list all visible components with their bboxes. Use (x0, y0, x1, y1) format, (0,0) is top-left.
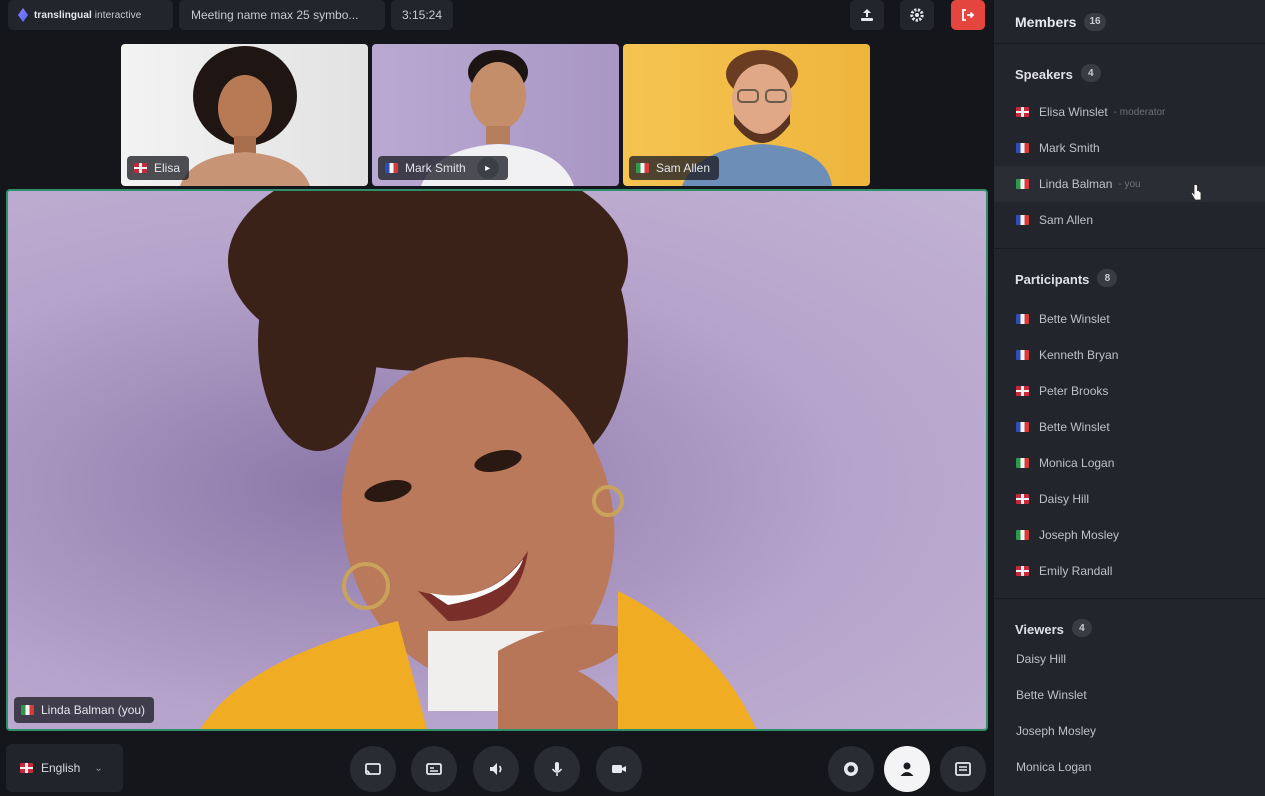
speaker-item[interactable]: Linda Balman - you (994, 166, 1265, 202)
chevron-down-icon: ⌄ (94, 762, 103, 774)
participant-tile-3[interactable]: Sam Allen (623, 44, 870, 186)
participant-name-tag: Sam Allen (629, 156, 720, 180)
exit-icon (962, 9, 975, 21)
speakers-section: Speakers 4 Elisa Winslet - moderator Mar… (994, 44, 1265, 249)
camera-icon (612, 765, 626, 773)
captions-icon (426, 763, 442, 775)
logo-sub: interactive (94, 9, 142, 21)
participant-item[interactable]: Peter Brooks (994, 373, 1265, 409)
microphone-icon (551, 762, 563, 776)
flag-icon (1016, 350, 1029, 360)
top-bar: translingual interactive Meeting name ma… (0, 0, 992, 34)
flag-icon (1016, 215, 1029, 225)
notes-icon (955, 762, 971, 776)
flag-icon (1016, 386, 1029, 396)
chat-icon (844, 762, 858, 776)
settings-button[interactable] (900, 0, 934, 30)
app-logo: translingual interactive (8, 0, 173, 30)
camera-button[interactable] (596, 746, 642, 792)
speaker-item[interactable]: Mark Smith (994, 130, 1265, 166)
main-video-stage[interactable]: Linda Balman (you) (6, 189, 988, 731)
active-speaker-video (200, 191, 757, 729)
mouse-pointer-icon (1190, 184, 1202, 201)
meeting-name[interactable]: Meeting name max 25 symbo... (179, 0, 385, 30)
participant-name-tag: Mark Smith ▸ (378, 156, 508, 180)
members-header: Members 16 (994, 0, 1265, 44)
participant-name-tag: Elisa (127, 156, 190, 180)
flag-icon (21, 705, 34, 715)
flag-icon (1016, 143, 1029, 153)
microphone-button[interactable] (534, 746, 580, 792)
participant-item[interactable]: Monica Logan (994, 445, 1265, 481)
flag-icon (1016, 314, 1029, 324)
viewer-item[interactable]: Daisy Hill (994, 641, 1265, 677)
participant-tile-2[interactable]: Mark Smith ▸ (372, 44, 619, 186)
cast-icon (365, 763, 381, 775)
participant-tile-1[interactable]: Elisa (121, 44, 368, 186)
members-sidebar: Members 16 Speakers 4 Elisa Winslet - mo… (994, 0, 1265, 796)
logo-icon (18, 8, 28, 22)
viewer-item[interactable]: Monica Logan (994, 749, 1265, 785)
captions-button[interactable] (411, 746, 457, 792)
flag-icon (1016, 179, 1029, 189)
notes-button[interactable] (940, 746, 986, 792)
logo-brand: translingual (34, 9, 92, 21)
participant-item[interactable]: Joseph Mosley (994, 517, 1265, 553)
active-speaker-name-tag: Linda Balman (you) (14, 697, 155, 723)
language-label: English (41, 761, 81, 775)
speaker-item[interactable]: Elisa Winslet - moderator (994, 94, 1265, 130)
flag-icon (134, 163, 147, 173)
speaker-item[interactable]: Sam Allen (994, 202, 1265, 238)
participant-item[interactable]: Bette Winslet (994, 409, 1265, 445)
flag-icon (1016, 458, 1029, 468)
flag-icon (20, 763, 33, 773)
flag-icon (1016, 107, 1029, 117)
participant-item[interactable]: Emily Randall (994, 553, 1265, 589)
meeting-timer: 3:15:24 (391, 0, 453, 30)
person-icon (900, 762, 914, 776)
chat-button[interactable] (828, 746, 874, 792)
participant-item[interactable]: Daisy Hill (994, 481, 1265, 517)
participant-item[interactable]: Kenneth Bryan (994, 337, 1265, 373)
leave-meeting-button[interactable] (951, 0, 985, 30)
flag-icon (1016, 494, 1029, 504)
play-icon[interactable]: ▸ (476, 157, 499, 179)
participant-video (179, 46, 310, 186)
participants-section: Participants 8 Bette Winslet Kenneth Bry… (994, 249, 1265, 599)
share-screen-button[interactable] (850, 0, 884, 30)
cast-button[interactable] (350, 746, 396, 792)
viewers-section: Viewers 4 Daisy Hill Bette Winslet Josep… (994, 599, 1265, 785)
flag-icon (636, 163, 649, 173)
viewers-count-badge: 4 (1071, 619, 1092, 637)
flag-icon (1016, 530, 1029, 540)
viewer-item[interactable]: Joseph Mosley (994, 713, 1265, 749)
members-count-badge: 16 (1084, 12, 1106, 31)
flag-icon (1016, 422, 1029, 432)
flag-icon (1016, 566, 1029, 576)
participant-item[interactable]: Bette Winslet (994, 301, 1265, 337)
participants-count-badge: 8 (1097, 269, 1118, 287)
language-selector[interactable]: English ⌄ (6, 744, 123, 792)
members-button[interactable] (884, 746, 930, 792)
gear-icon (910, 8, 924, 22)
flag-icon (385, 163, 398, 173)
volume-icon (490, 763, 502, 775)
upload-icon (861, 9, 873, 21)
viewer-item[interactable]: Bette Winslet (994, 677, 1265, 713)
speakers-count-badge: 4 (1080, 64, 1101, 82)
speaker-button[interactable] (473, 746, 519, 792)
